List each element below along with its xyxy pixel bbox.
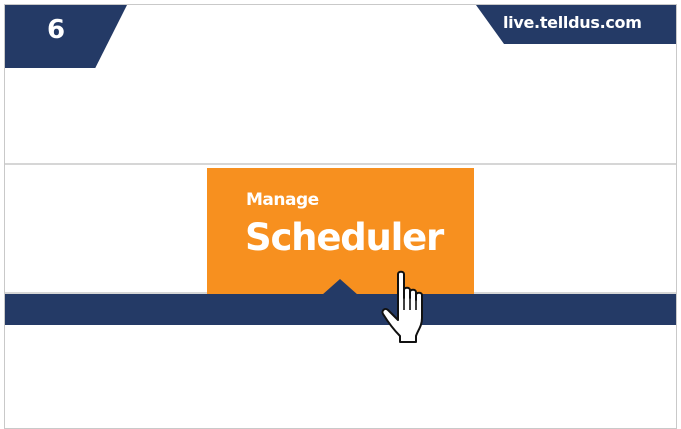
site-url[interactable]: live.telldus.com [503, 14, 642, 32]
navigation-bar [5, 294, 676, 325]
divider [5, 163, 676, 165]
hand-pointer-icon [381, 270, 423, 343]
active-indicator [322, 279, 358, 295]
menu-item-subtitle: Manage [246, 190, 319, 210]
menu-item-title: Scheduler [245, 216, 444, 259]
step-number: 6 [47, 15, 65, 45]
